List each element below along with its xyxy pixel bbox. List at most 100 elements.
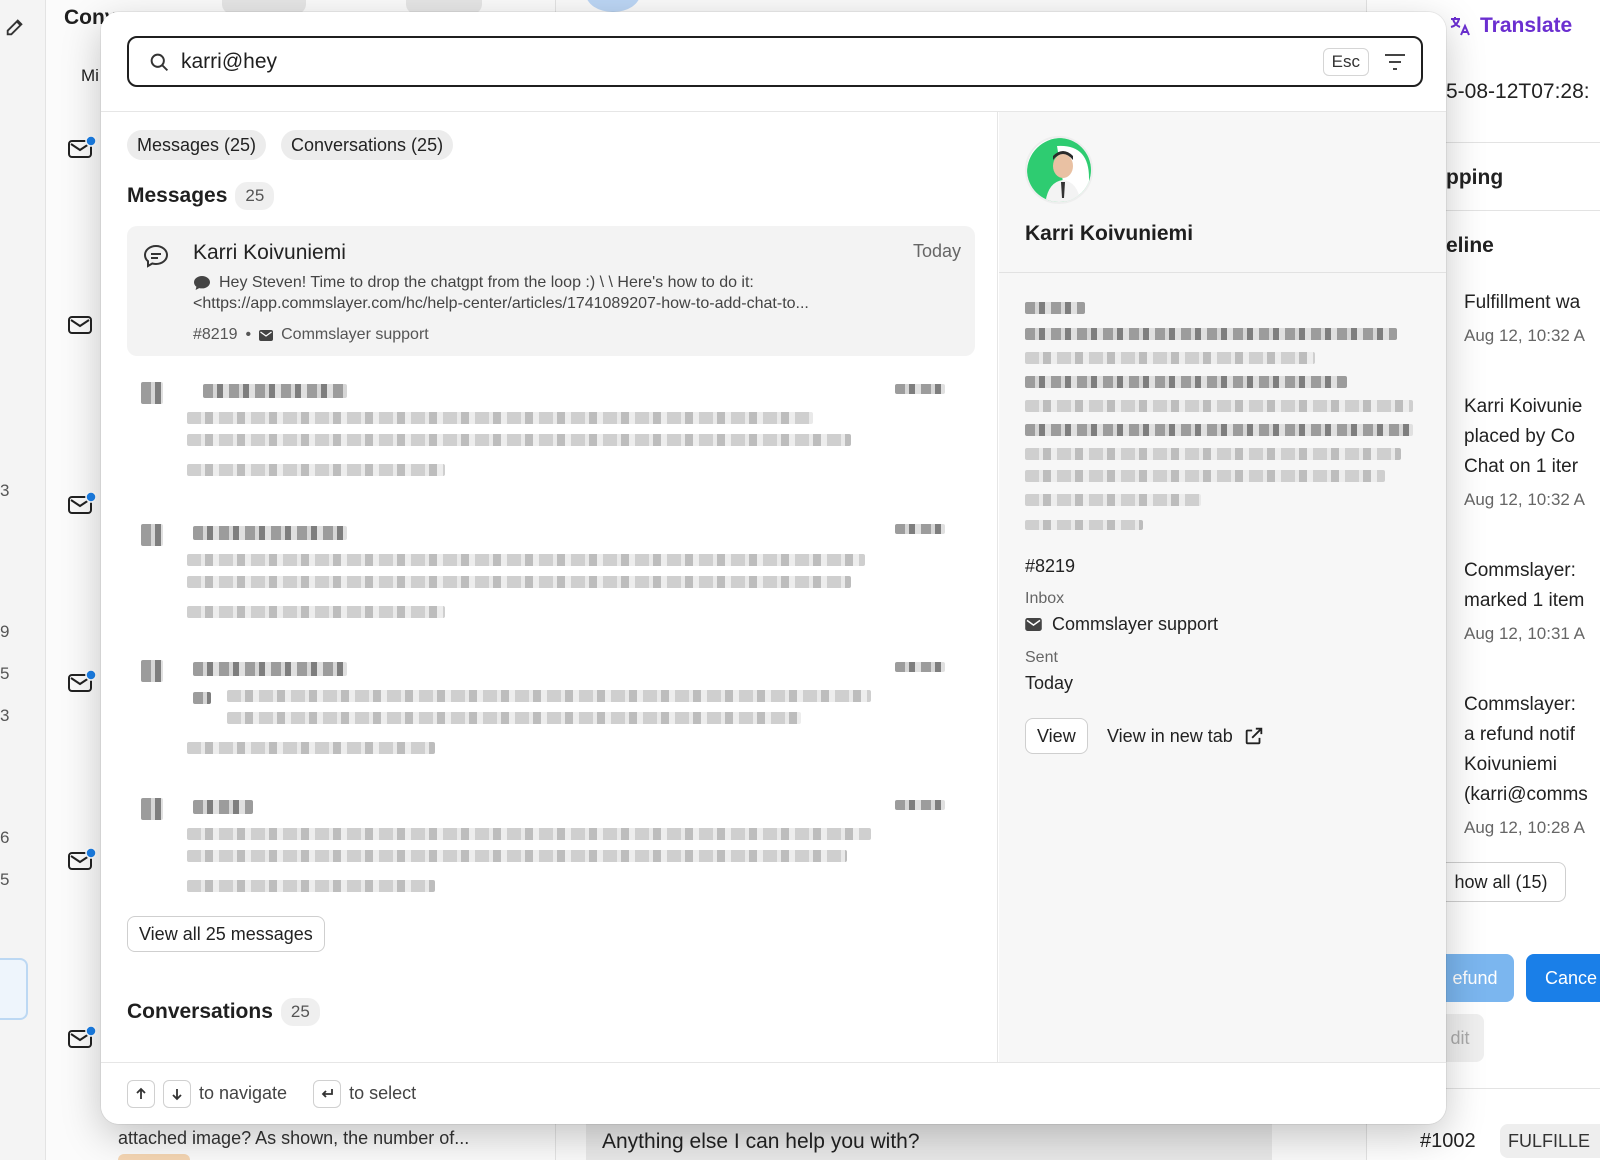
timeline-event-text: a refund notif [1464, 724, 1575, 745]
cancel-order-button[interactable]: Cance [1526, 954, 1600, 1002]
mail-unread-icon [68, 136, 96, 158]
mail-unread-icon [68, 492, 96, 514]
detail-sent-label: Sent [1025, 649, 1058, 666]
inbox-name: Commslayer support [281, 326, 429, 343]
translate-icon [1450, 17, 1470, 36]
messages-section-header: Messages 25 [127, 182, 275, 210]
mail-unread-icon [68, 848, 96, 870]
filter-icon[interactable] [1383, 51, 1407, 73]
view-in-new-tab-link[interactable]: View in new tab [1107, 718, 1265, 754]
divider [1420, 142, 1600, 143]
arrow-down-key [163, 1079, 191, 1108]
esc-key-button[interactable]: Esc [1322, 48, 1369, 76]
search-results: Messages (25) Conversations (25) Message… [101, 112, 998, 1062]
contact-avatar [1025, 136, 1093, 204]
divider [999, 272, 1446, 273]
message-result-redacted[interactable] [127, 520, 975, 640]
message-result-selected[interactable]: Karri Koivuniemi Today Hey Steven! Time … [127, 226, 975, 356]
detail-inbox-label: Inbox [1025, 590, 1065, 607]
message-sender: Karri Koivuniemi [193, 241, 346, 264]
contact-name: Karri Koivuniemi [1025, 222, 1194, 245]
enter-key [313, 1079, 342, 1108]
inbox-envelope-icon [259, 329, 274, 341]
compose-icon[interactable] [4, 16, 26, 38]
shipping-heading: pping [1446, 166, 1504, 189]
rail-count: 9 [0, 622, 10, 641]
timeline-event-time: Aug 12, 10:31 A [1464, 624, 1585, 643]
message-detail-panel: Karri Koivuniemi #8219 Inbox Commslayer … [999, 112, 1446, 1062]
messages-count-badge: 25 [235, 182, 275, 210]
timeline-event-text: Commslayer: [1464, 560, 1576, 581]
detail-inbox: Commslayer support [1025, 614, 1218, 635]
mail-icon [68, 316, 92, 334]
view-button[interactable]: View [1025, 718, 1088, 754]
timeline-event-text: placed by Co [1464, 426, 1575, 447]
arrow-down-icon [172, 1088, 182, 1100]
reply-bubble-icon [194, 276, 210, 290]
view-all-messages-button[interactable]: View all 25 messages [127, 916, 325, 952]
arrow-up-icon [136, 1087, 146, 1099]
rail-count: 6 [0, 828, 10, 847]
rail-count: 3 [0, 481, 10, 500]
conversations-section-title: Conversations [127, 1000, 273, 1023]
message-meta: #8219 • Commslayer support [193, 326, 429, 344]
timeline-event-text: Karri Koivunie [1464, 396, 1583, 417]
detail-inbox-value: Commslayer support [1052, 614, 1219, 634]
message-result-redacted[interactable] [127, 656, 975, 776]
conversation-tag [118, 1154, 190, 1160]
mail-unread-icon [68, 670, 96, 692]
inbox-envelope-icon [1025, 618, 1042, 631]
meta-separator: • [245, 326, 252, 343]
view-in-new-tab-label: View in new tab [1107, 725, 1233, 746]
navigate-hint: to navigate [199, 1083, 288, 1103]
timeline-event-time: Aug 12, 10:32 A [1464, 490, 1585, 509]
search-input[interactable] [181, 47, 1281, 77]
divider [1420, 1088, 1600, 1089]
filter-chip-messages[interactable]: Messages (25) [127, 130, 267, 160]
order-status-badge: FULFILLE [1500, 1124, 1600, 1158]
message-preview-text: Hey Steven! Time to drop the chatgpt fro… [219, 274, 754, 291]
conversations-section-header: Conversations 25 [127, 998, 320, 1026]
message-preview-line: Hey Steven! Time to drop the chatgpt fro… [193, 274, 754, 292]
avatar [586, 0, 640, 12]
timeline-event-text: (karri@comms [1464, 784, 1588, 805]
search-box[interactable]: Esc [127, 36, 1423, 87]
timeline-heading: eline [1446, 234, 1494, 257]
search-icon [150, 53, 169, 72]
enter-icon [321, 1088, 333, 1098]
rail-count: 5 [0, 664, 10, 683]
timeline-event-text: Chat on 1 iter [1464, 456, 1579, 477]
show-all-button[interactable]: how all (15) [1436, 862, 1566, 902]
select-hint: to select [349, 1083, 417, 1103]
ticket-number: #8219 [193, 326, 238, 343]
message-body-redacted [1025, 298, 1417, 538]
chat-bubble-icon [143, 244, 169, 268]
timeline-event-text: marked 1 item [1464, 590, 1585, 611]
order-timestamp: 5-08-12T07:28: [1446, 80, 1590, 103]
message-time: Today [912, 241, 961, 261]
detail-sent-value: Today [1025, 673, 1074, 693]
refund-button[interactable]: efund [1436, 954, 1514, 1002]
detail-ticket-number: #8219 [1025, 556, 1076, 576]
arrow-up-key [127, 1079, 155, 1108]
search-modal: Esc Messages (25) Conversations (25) Mes… [101, 12, 1446, 1124]
timeline-event-time: Aug 12, 10:28 A [1464, 818, 1585, 837]
translate-button[interactable]: Translate [1448, 8, 1572, 44]
keyboard-hints: to navigate to select [101, 1062, 1446, 1124]
divider [1420, 210, 1600, 211]
mail-unread-icon [68, 1026, 96, 1048]
message-result-redacted[interactable] [127, 796, 975, 916]
message-preview-text: <https://app.commslayer.com/hc/help-cent… [193, 295, 809, 312]
timeline-event-text: Fulfillment wa [1464, 292, 1581, 313]
left-rail: 3 9 5 3 6 5 [0, 0, 46, 1160]
filter-chip-conversations[interactable]: Conversations (25) [281, 130, 454, 160]
selected-rail-item[interactable] [0, 958, 28, 1020]
timeline-event-text: Koivuniemi [1464, 754, 1557, 775]
filter-label: Mi [81, 66, 99, 85]
order-number: #1002 [1420, 1130, 1476, 1152]
external-link-icon [1245, 727, 1262, 745]
search-header: Esc [101, 12, 1446, 112]
message-result-redacted[interactable] [127, 378, 975, 498]
chat-bubble-text: Anything else I can help you with? [602, 1130, 920, 1153]
rail-count: 5 [0, 870, 10, 889]
